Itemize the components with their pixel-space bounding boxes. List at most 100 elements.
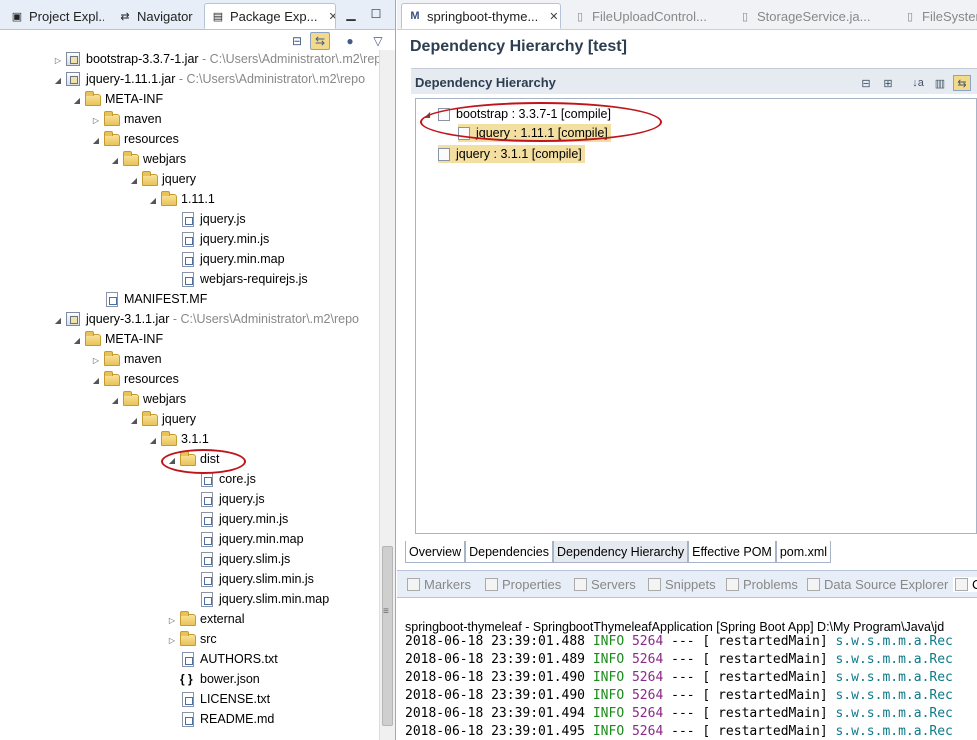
log-token: INFO [592, 634, 625, 649]
tree-folder-item[interactable]: ◢ jquery [0, 170, 379, 190]
tree-file-item[interactable]: jquery.js [0, 210, 379, 230]
tab-navigator[interactable]: ⇄ Navigator [112, 3, 200, 29]
folder-icon [104, 371, 120, 388]
scrollbar-thumb[interactable] [382, 546, 393, 726]
tree-item-name: bower.json [200, 672, 260, 686]
file-icon [180, 272, 196, 288]
tree-file-item[interactable]: jquery.min.js [0, 230, 379, 250]
console-header: springboot-thymeleaf - SpringbootThymele… [405, 620, 945, 634]
tree-file-item[interactable]: { } bower.json [0, 670, 379, 690]
dependency-row[interactable]: jquery : 1.11.1 [compile] [458, 124, 611, 142]
collapsed-arrow-icon[interactable]: ▷ [90, 353, 102, 367]
tree-folder-item[interactable]: ◢ jquery [0, 410, 379, 430]
tree-file-item[interactable]: README.md [0, 710, 379, 730]
expanded-arrow-icon[interactable]: ◢ [147, 193, 159, 207]
file-icon [199, 532, 215, 548]
tab-console[interactable]: C [953, 577, 977, 592]
tree-folder-item[interactable]: ◢ dist [0, 450, 379, 470]
collapsed-arrow-icon[interactable]: ▷ [166, 613, 178, 627]
tree-folder-item[interactable]: ◢ 1.11.1 [0, 190, 379, 210]
tab-servers[interactable]: Servers [574, 577, 636, 592]
focus-icon[interactable]: ● [340, 32, 360, 50]
tab-problems[interactable]: Problems [726, 577, 798, 592]
tab-project-explorer[interactable]: ▣ Project Expl... [4, 3, 104, 29]
editor-tab-storageservice[interactable]: ▯ StorageService.ja... [732, 3, 892, 29]
tab-snippets[interactable]: Snippets [648, 577, 716, 592]
tab-properties[interactable]: Properties [485, 577, 561, 592]
console-log[interactable]: 2018-06-18 23:39:01.488 INFO 5264 --- [ … [405, 634, 977, 740]
tree-folder-item[interactable]: ◢ resources [0, 370, 379, 390]
tree-jar-item[interactable]: ◢ jquery-1.11.1.jar - C:\Users\Administra… [0, 70, 379, 90]
expanded-arrow-icon[interactable]: ◢ [90, 133, 102, 147]
expanded-arrow-icon[interactable]: ◢ [128, 173, 140, 187]
tree-item-label: bootstrap-3.3.7-1.jar - C:\Users\Adminis… [86, 52, 388, 66]
tree-file-item[interactable]: jquery.min.map [0, 530, 379, 550]
collapse-all-icon[interactable]: ⊟ [287, 32, 307, 50]
tree-folder-item[interactable]: ◢ 3.1.1 [0, 430, 379, 450]
tree-file-item[interactable]: jquery.js [0, 490, 379, 510]
show-groupid-icon[interactable]: ▥ [931, 75, 949, 91]
editor-page-tabs: Overview Dependencies Dependency Hierarc… [405, 541, 977, 563]
page-tab-pom-xml[interactable]: pom.xml [775, 541, 832, 563]
tree-file-item[interactable]: LICENSE.txt [0, 690, 379, 710]
close-tab-icon[interactable]: ✕ [549, 10, 558, 23]
tree-file-item[interactable]: AUTHORS.txt [0, 650, 379, 670]
tree-folder-item[interactable]: ▷ maven [0, 350, 379, 370]
editor-tab-fileuploadcontroller[interactable]: ▯ FileUploadControl... [567, 3, 727, 29]
expand-arrow-icon[interactable]: ◢ [424, 110, 434, 119]
close-tab-icon[interactable]: ✕ [328, 10, 335, 23]
dependency-row[interactable]: jquery : 3.1.1 [compile] [438, 145, 585, 163]
tree-folder-item[interactable]: ▷ maven [0, 110, 379, 130]
expanded-arrow-icon[interactable]: ◢ [90, 373, 102, 387]
expand-all-icon[interactable]: ⊞ [879, 75, 897, 91]
expanded-arrow-icon[interactable]: ◢ [52, 313, 64, 327]
tab-markers[interactable]: Markers [407, 577, 471, 592]
editor-tab-filesystem[interactable]: ▯ FileSystemS [897, 3, 977, 29]
tree-folder-item[interactable]: ◢ webjars [0, 150, 379, 170]
expanded-arrow-icon[interactable]: ◢ [71, 93, 83, 107]
tree-jar-item[interactable]: ◢ jquery-3.1.1.jar - C:\Users\Administrat… [0, 310, 379, 330]
collapsed-arrow-icon[interactable]: ▷ [166, 633, 178, 647]
collapse-all-icon[interactable]: ⊟ [857, 75, 875, 91]
tree-folder-item[interactable]: ◢ META-INF [0, 330, 379, 350]
tree-jar-item[interactable]: ▷ bootstrap-3.3.7-1.jar - C:\Users\Admini… [0, 50, 388, 70]
expanded-arrow-icon[interactable]: ◢ [52, 73, 64, 87]
tree-item-label: jquery-3.1.1.jar - C:\Users\Administrato… [86, 312, 359, 326]
expanded-arrow-icon[interactable]: ◢ [166, 453, 178, 467]
expanded-arrow-icon[interactable]: ◢ [147, 433, 159, 447]
tree-folder-item[interactable]: ◢ webjars [0, 390, 379, 410]
expanded-arrow-icon[interactable]: ◢ [109, 153, 121, 167]
link-with-editor-icon[interactable]: ⇆ [310, 32, 330, 50]
tree-file-item[interactable]: jquery.min.js [0, 510, 379, 530]
expanded-arrow-icon[interactable]: ◢ [71, 333, 83, 347]
tree-file-item[interactable]: jquery.min.map [0, 250, 379, 270]
tree-folder-item[interactable]: ▷ external [0, 610, 379, 630]
maximize-icon[interactable]: ☐ [368, 6, 384, 22]
collapsed-arrow-icon[interactable]: ▷ [52, 53, 64, 67]
collapsed-arrow-icon[interactable]: ▷ [90, 113, 102, 127]
page-tab-overview[interactable]: Overview [405, 541, 466, 563]
tree-file-item[interactable]: webjars-requirejs.js [0, 270, 379, 290]
tree-folder-item[interactable]: ◢ resources [0, 130, 379, 150]
page-tab-dependency-hierarchy[interactable]: Dependency Hierarchy [553, 541, 689, 563]
view-menu-icon[interactable]: ▽ [368, 32, 388, 50]
tree-file-item[interactable]: jquery.slim.min.js [0, 570, 379, 590]
page-tab-dependencies[interactable]: Dependencies [465, 541, 554, 563]
expanded-arrow-icon[interactable]: ◢ [109, 393, 121, 407]
tree-scrollbar[interactable]: ≡ [379, 50, 395, 740]
sort-icon[interactable]: ↓a [909, 75, 927, 91]
expanded-arrow-icon[interactable]: ◢ [128, 413, 140, 427]
minimize-icon[interactable]: ▁ [343, 6, 359, 22]
filter-icon[interactable]: ⇆ [953, 75, 971, 91]
editor-tab-pom[interactable]: M springboot-thyme... ✕ [401, 3, 561, 29]
tree-file-item[interactable]: core.js [0, 470, 379, 490]
tree-file-item[interactable]: MANIFEST.MF [0, 290, 379, 310]
tree-folder-item[interactable]: ▷ src [0, 630, 379, 650]
page-tab-effective-pom[interactable]: Effective POM [688, 541, 776, 563]
tab-package-explorer[interactable]: ▤ Package Exp... ✕ [204, 3, 336, 29]
dependency-row[interactable]: ◢ bootstrap : 3.3.7-1 [compile] [424, 105, 611, 123]
tree-file-item[interactable]: jquery.slim.min.map [0, 590, 379, 610]
tab-data-source-explorer[interactable]: Data Source Explorer [807, 577, 948, 592]
tree-file-item[interactable]: jquery.slim.js [0, 550, 379, 570]
tree-folder-item[interactable]: ◢ META-INF [0, 90, 379, 110]
